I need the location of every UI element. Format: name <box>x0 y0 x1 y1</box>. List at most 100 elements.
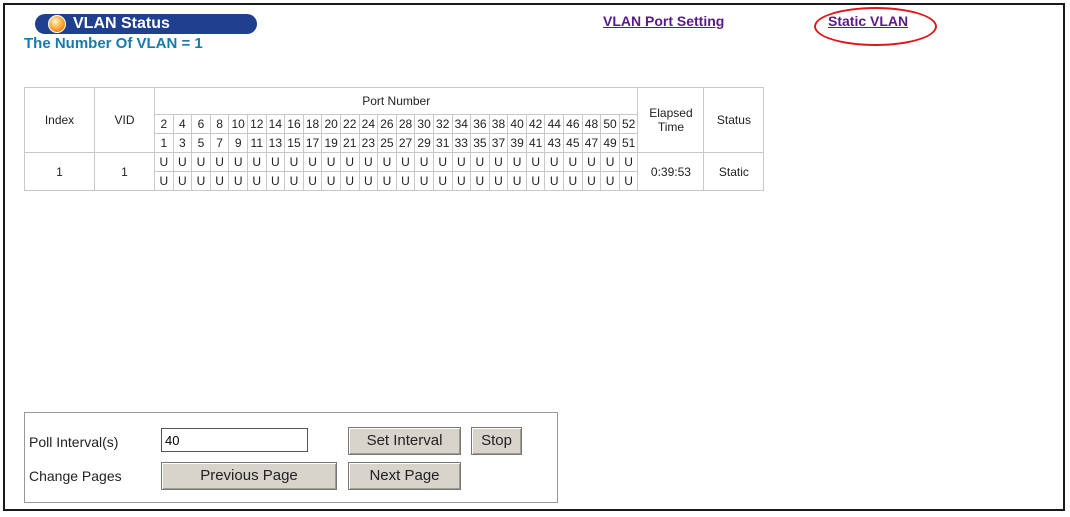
port-number-header: 44 <box>544 114 565 134</box>
port-number-header: 21 <box>339 133 360 153</box>
port-membership-cell: U <box>358 171 379 191</box>
port-membership-cell: U <box>321 152 341 172</box>
port-membership-cell: U <box>451 152 472 172</box>
port-membership-cell: U <box>154 152 174 172</box>
port-number-header: 17 <box>302 133 323 153</box>
port-number-header: 16 <box>284 114 304 134</box>
port-number-header: 35 <box>470 133 490 153</box>
port-membership-cell: U <box>339 152 360 172</box>
port-number-header: 37 <box>488 133 509 153</box>
port-membership-cell: U <box>618 171 639 191</box>
previous-page-button[interactable]: Previous Page <box>161 462 337 490</box>
port-membership-cell: U <box>302 171 323 191</box>
port-number-header: 1 <box>154 133 174 153</box>
port-number-header: 49 <box>600 133 620 153</box>
orb-icon <box>48 15 66 33</box>
port-membership-cell: U <box>470 171 490 191</box>
port-membership-cell: U <box>581 152 602 172</box>
port-number-header: 15 <box>284 133 304 153</box>
set-interval-button[interactable]: Set Interval <box>348 427 461 455</box>
port-membership-cell: U <box>525 171 546 191</box>
port-membership-cell: U <box>265 171 286 191</box>
port-membership-cell: U <box>358 152 379 172</box>
port-number-header: 12 <box>246 114 267 134</box>
port-number-header: 29 <box>414 133 434 153</box>
header-status: Status <box>703 87 765 153</box>
port-membership-cell: U <box>470 152 490 172</box>
header-port-number: Port Number <box>153 87 639 115</box>
port-membership-cell: U <box>600 171 620 191</box>
port-membership-cell: U <box>246 171 267 191</box>
port-number-header: 51 <box>618 133 639 153</box>
table-row: 1 1 U U U U U U U U U U U U U U U U U U U U U U U U U U 0:39:53 Stati… <box>24 152 765 191</box>
port-number-header: 39 <box>507 133 527 153</box>
page-title: VLAN Status <box>73 15 170 32</box>
port-number-header: 5 <box>191 133 211 153</box>
port-number-header: 4 <box>172 114 193 134</box>
port-number-header: 50 <box>600 114 620 134</box>
port-membership-cell: U <box>563 171 583 191</box>
port-number-header: 28 <box>395 114 416 134</box>
port-number-header: 13 <box>265 133 286 153</box>
port-number-header: 34 <box>451 114 472 134</box>
port-number-header: 9 <box>228 133 248 153</box>
port-number-header: 27 <box>395 133 416 153</box>
port-number-header: 18 <box>302 114 323 134</box>
header-index: Index <box>24 87 95 153</box>
row-index: 1 <box>24 152 95 191</box>
port-membership-cell: U <box>209 152 230 172</box>
port-number-header: 26 <box>377 114 397 134</box>
port-membership-cell: U <box>432 152 453 172</box>
port-membership-cell: U <box>488 171 509 191</box>
port-membership-cell: U <box>265 152 286 172</box>
port-membership-cell: U <box>432 171 453 191</box>
poll-interval-input[interactable] <box>161 428 308 452</box>
next-page-button[interactable]: Next Page <box>348 462 461 490</box>
port-number-header: 14 <box>265 114 286 134</box>
port-membership-cell: U <box>377 152 397 172</box>
port-membership-cell: U <box>581 171 602 191</box>
row-elapsed-time: 0:39:53 <box>637 152 705 191</box>
vlan-status-panel: VLAN Status The Number Of VLAN = 1 VLAN … <box>3 3 1065 511</box>
port-number-header: 43 <box>544 133 565 153</box>
change-pages-label: Change Pages <box>29 468 122 484</box>
port-membership-cell: U <box>414 171 434 191</box>
port-number-header: 6 <box>191 114 211 134</box>
vlan-port-setting-link[interactable]: VLAN Port Setting <box>603 13 724 29</box>
port-number-header: 52 <box>618 114 639 134</box>
port-number-header: 10 <box>228 114 248 134</box>
port-membership-cell: U <box>321 171 341 191</box>
port-membership-cell: U <box>154 171 174 191</box>
port-membership-cell: U <box>451 171 472 191</box>
port-membership-cell: U <box>172 171 193 191</box>
port-membership-cell: U <box>284 171 304 191</box>
port-membership-cell: U <box>525 152 546 172</box>
port-number-header: 47 <box>581 133 602 153</box>
stop-button[interactable]: Stop <box>471 427 522 455</box>
port-membership-cell: U <box>228 152 248 172</box>
port-number-header: 7 <box>209 133 230 153</box>
port-membership-cell: U <box>544 152 565 172</box>
port-number-header: 38 <box>488 114 509 134</box>
port-number-header: 2 <box>154 114 174 134</box>
port-membership-cell: U <box>302 152 323 172</box>
static-vlan-link[interactable]: Static VLAN <box>828 13 908 29</box>
row-status: Static <box>703 152 765 191</box>
port-number-header: 20 <box>321 114 341 134</box>
port-membership-cell: U <box>563 152 583 172</box>
port-number-header: 30 <box>414 114 434 134</box>
port-membership-cell: U <box>414 152 434 172</box>
port-membership-cell: U <box>209 171 230 191</box>
port-number-header: 3 <box>172 133 193 153</box>
port-number-header: 19 <box>321 133 341 153</box>
port-membership-cell: U <box>395 152 416 172</box>
port-number-header: 36 <box>470 114 490 134</box>
port-membership-cell: U <box>507 171 527 191</box>
poll-controls: Poll Interval(s) Set Interval Stop Chang… <box>24 412 558 503</box>
port-number-header: 48 <box>581 114 602 134</box>
port-number-header: 45 <box>563 133 583 153</box>
port-membership-cell: U <box>395 171 416 191</box>
port-membership-cell: U <box>488 152 509 172</box>
port-number-header: 25 <box>377 133 397 153</box>
port-membership-cell: U <box>246 152 267 172</box>
